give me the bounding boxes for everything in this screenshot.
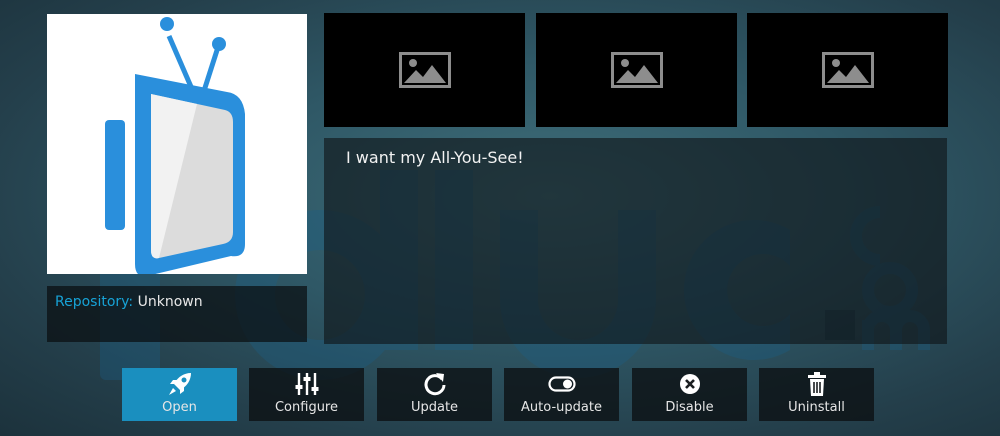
tv-logo-icon	[105, 17, 245, 277]
disable-label: Disable	[665, 400, 714, 415]
repository-info: Repository: Unknown	[47, 286, 307, 342]
uninstall-label: Uninstall	[788, 400, 845, 415]
uninstall-button[interactable]: Uninstall	[759, 368, 874, 421]
auto-update-button[interactable]: Auto-update	[504, 368, 619, 421]
screenshot-3[interactable]	[747, 13, 948, 127]
screenshot-1[interactable]	[324, 13, 525, 127]
repository-label: Repository:	[55, 294, 134, 310]
image-placeholder-icon	[398, 52, 451, 88]
disable-button[interactable]: Disable	[632, 368, 747, 421]
update-button[interactable]: Update	[377, 368, 492, 421]
configure-label: Configure	[274, 400, 338, 415]
open-button[interactable]: Open	[122, 368, 237, 421]
repository-value: Unknown	[137, 294, 203, 310]
sliders-icon	[294, 371, 320, 397]
addon-description: I want my All-You-See!	[324, 138, 947, 344]
refresh-icon	[422, 371, 448, 397]
image-placeholder-icon	[821, 52, 874, 88]
screenshot-2[interactable]	[536, 13, 737, 127]
description-text: I want my All-You-See!	[346, 148, 524, 167]
toggle-icon	[547, 371, 576, 397]
auto-update-label: Auto-update	[521, 400, 602, 415]
rocket-icon	[167, 371, 193, 397]
open-label: Open	[162, 400, 197, 415]
addon-thumbnail	[47, 14, 307, 277]
close-circle-icon	[679, 371, 701, 397]
update-label: Update	[410, 400, 459, 415]
configure-button[interactable]: Configure	[249, 368, 364, 421]
image-placeholder-icon	[610, 52, 663, 88]
trash-icon	[807, 371, 827, 397]
